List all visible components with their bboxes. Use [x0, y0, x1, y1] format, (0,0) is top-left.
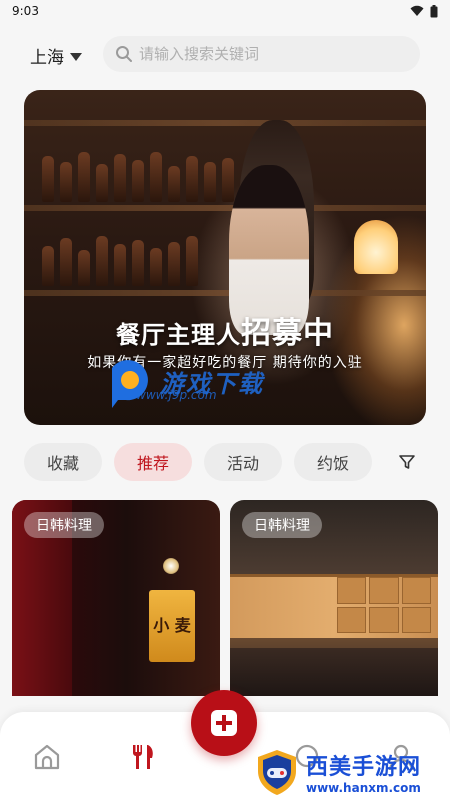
nav-home[interactable] — [32, 742, 62, 772]
cutlery-icon — [133, 745, 153, 769]
site-watermark-url: www.hanxm.com — [306, 781, 421, 795]
tab-meetups[interactable]: 约饭 — [293, 443, 372, 481]
card-category-badge: 日韩料理 — [24, 512, 104, 538]
banner-title-part2: 招募中 — [241, 316, 334, 351]
site-watermark-texts: 西美手游网 www.hanxm.com — [306, 749, 421, 795]
top-bar: 上海 — [0, 34, 450, 74]
watermark: 游戏下载 — [106, 360, 264, 410]
shelf-decoration — [24, 290, 426, 296]
restaurant-card[interactable]: 日韩料理 — [230, 500, 438, 696]
nav-restaurants[interactable] — [128, 742, 158, 772]
lamp-decoration — [354, 220, 398, 274]
counter-decoration — [230, 648, 438, 696]
filter-button[interactable] — [388, 443, 426, 481]
status-icons — [410, 4, 438, 18]
site-watermark-title: 西美手游网 — [306, 755, 422, 780]
plus-icon — [211, 710, 237, 736]
category-tabs: 收藏 推荐 活动 约饭 — [24, 443, 426, 481]
city-selector[interactable]: 上海 — [30, 43, 82, 68]
watermark-logo-icon — [112, 360, 148, 408]
tab-favorites[interactable]: 收藏 — [24, 443, 102, 481]
light-decoration — [163, 558, 179, 574]
battery-icon — [430, 4, 438, 17]
home-icon — [34, 744, 60, 770]
tab-events[interactable]: 活动 — [203, 443, 282, 481]
search-input[interactable] — [139, 45, 399, 63]
search-bar[interactable] — [103, 36, 420, 72]
restaurant-card[interactable]: 小 麦 日韩料理 — [12, 500, 220, 696]
shelf-decoration — [24, 120, 426, 126]
site-watermark: 西美手游网 www.hanxm.com — [252, 744, 448, 800]
filter-icon — [399, 455, 415, 469]
promo-banner[interactable]: 餐厅主理人招募中 如果你有一家超好吃的餐厅 期待你的入驻 游戏下载 www.j9… — [24, 90, 426, 425]
bottles-decoration — [42, 234, 242, 286]
status-time: 9:03 — [12, 4, 39, 18]
wifi-icon — [410, 5, 424, 16]
status-bar: 9:03 — [0, 0, 450, 22]
gamepad-shield-icon — [258, 750, 296, 795]
watermark-url: www.j9p.com — [136, 388, 217, 402]
tab-recommended[interactable]: 推荐 — [113, 443, 192, 481]
shelf-grid-decoration — [334, 574, 434, 636]
caret-down-icon — [70, 52, 82, 61]
add-button[interactable] — [191, 690, 257, 756]
city-label: 上海 — [30, 48, 64, 68]
search-icon — [116, 46, 132, 62]
banner-title: 餐厅主理人招募中 — [24, 308, 426, 352]
bottles-decoration — [42, 150, 242, 202]
shelf-decoration — [24, 205, 426, 211]
card-category-badge: 日韩料理 — [242, 512, 322, 538]
banner-title-part1: 餐厅主理人 — [116, 321, 241, 349]
restaurant-sign: 小 麦 — [149, 590, 195, 662]
